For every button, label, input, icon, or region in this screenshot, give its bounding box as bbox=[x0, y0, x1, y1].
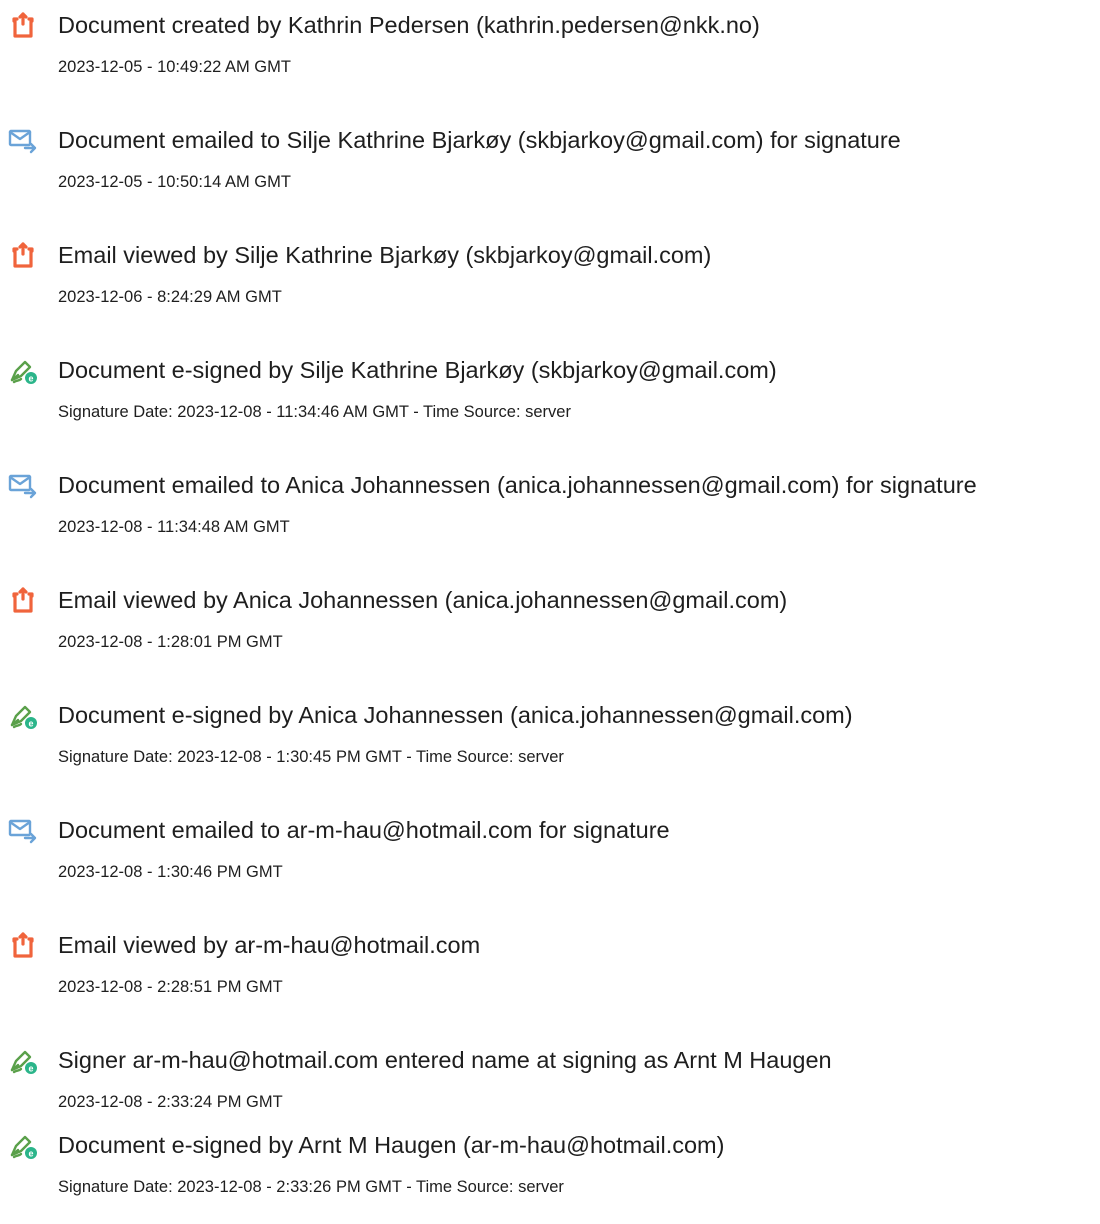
e-sign-pen-icon: e bbox=[8, 1130, 38, 1160]
event-title: Email viewed by ar-m-hau@hotmail.com bbox=[58, 932, 481, 958]
event-title: Document created by Kathrin Pedersen (ka… bbox=[58, 12, 760, 38]
event-title: Signer ar-m-hau@hotmail.com entered name… bbox=[58, 1047, 832, 1073]
document-viewed-icon bbox=[8, 585, 38, 615]
document-viewed-icon bbox=[8, 240, 38, 270]
audit-event: e Document e-signed by Silje Kathrine Bj… bbox=[0, 345, 1100, 445]
audit-event: e Document e-signed by Arnt M Haugen (ar… bbox=[0, 1120, 1100, 1220]
document-viewed-icon bbox=[8, 930, 38, 960]
event-title: Email viewed by Silje Kathrine Bjarkøy (… bbox=[58, 242, 712, 268]
event-title: Document emailed to Anica Johannessen (a… bbox=[58, 472, 977, 498]
event-timestamp: 2023-12-08 - 2:33:24 PM GMT bbox=[58, 1093, 283, 1111]
email-sent-icon bbox=[8, 125, 38, 155]
event-title: Email viewed by Anica Johannessen (anica… bbox=[58, 587, 788, 613]
event-title: Document e-signed by Anica Johannessen (… bbox=[58, 702, 853, 728]
event-title: Document emailed to Silje Kathrine Bjark… bbox=[58, 127, 901, 153]
event-timestamp: 2023-12-06 - 8:24:29 AM GMT bbox=[58, 288, 282, 306]
audit-event: Document created by Kathrin Pedersen (ka… bbox=[0, 0, 1100, 100]
event-timestamp: 2023-12-05 - 10:50:14 AM GMT bbox=[58, 173, 291, 191]
event-timestamp: Signature Date: 2023-12-08 - 11:34:46 AM… bbox=[58, 403, 571, 421]
e-sign-pen-icon: e bbox=[8, 355, 38, 385]
event-timestamp: 2023-12-08 - 11:34:48 AM GMT bbox=[58, 518, 290, 536]
audit-event: Email viewed by Anica Johannessen (anica… bbox=[0, 575, 1100, 675]
event-timestamp: 2023-12-08 - 1:28:01 PM GMT bbox=[58, 633, 283, 651]
audit-event: Email viewed by ar-m-hau@hotmail.com 202… bbox=[0, 920, 1100, 1020]
audit-event: Email viewed by Silje Kathrine Bjarkøy (… bbox=[0, 230, 1100, 330]
svg-text:e: e bbox=[28, 1149, 33, 1159]
event-timestamp: 2023-12-08 - 2:28:51 PM GMT bbox=[58, 978, 283, 996]
svg-text:e: e bbox=[28, 374, 33, 384]
event-timestamp: 2023-12-05 - 10:49:22 AM GMT bbox=[58, 58, 291, 76]
email-sent-icon bbox=[8, 470, 38, 500]
email-sent-icon bbox=[8, 815, 38, 845]
event-title: Document e-signed by Arnt M Haugen (ar-m… bbox=[58, 1132, 725, 1158]
audit-event: Document emailed to ar-m-hau@hotmail.com… bbox=[0, 805, 1100, 905]
e-sign-pen-icon: e bbox=[8, 1045, 38, 1075]
audit-event: Document emailed to Silje Kathrine Bjark… bbox=[0, 115, 1100, 215]
event-timestamp: Signature Date: 2023-12-08 - 1:30:45 PM … bbox=[58, 748, 564, 766]
e-sign-pen-icon: e bbox=[8, 700, 38, 730]
event-title: Document emailed to ar-m-hau@hotmail.com… bbox=[58, 817, 670, 843]
svg-text:e: e bbox=[28, 719, 33, 729]
audit-event: Document emailed to Anica Johannessen (a… bbox=[0, 460, 1100, 560]
event-timestamp: Signature Date: 2023-12-08 - 2:33:26 PM … bbox=[58, 1178, 564, 1196]
event-timestamp: 2023-12-08 - 1:30:46 PM GMT bbox=[58, 863, 283, 881]
svg-text:e: e bbox=[28, 1064, 33, 1074]
audit-event: e Document e-signed by Anica Johannessen… bbox=[0, 690, 1100, 790]
event-title: Document e-signed by Silje Kathrine Bjar… bbox=[58, 357, 777, 383]
document-created-icon bbox=[8, 10, 38, 40]
